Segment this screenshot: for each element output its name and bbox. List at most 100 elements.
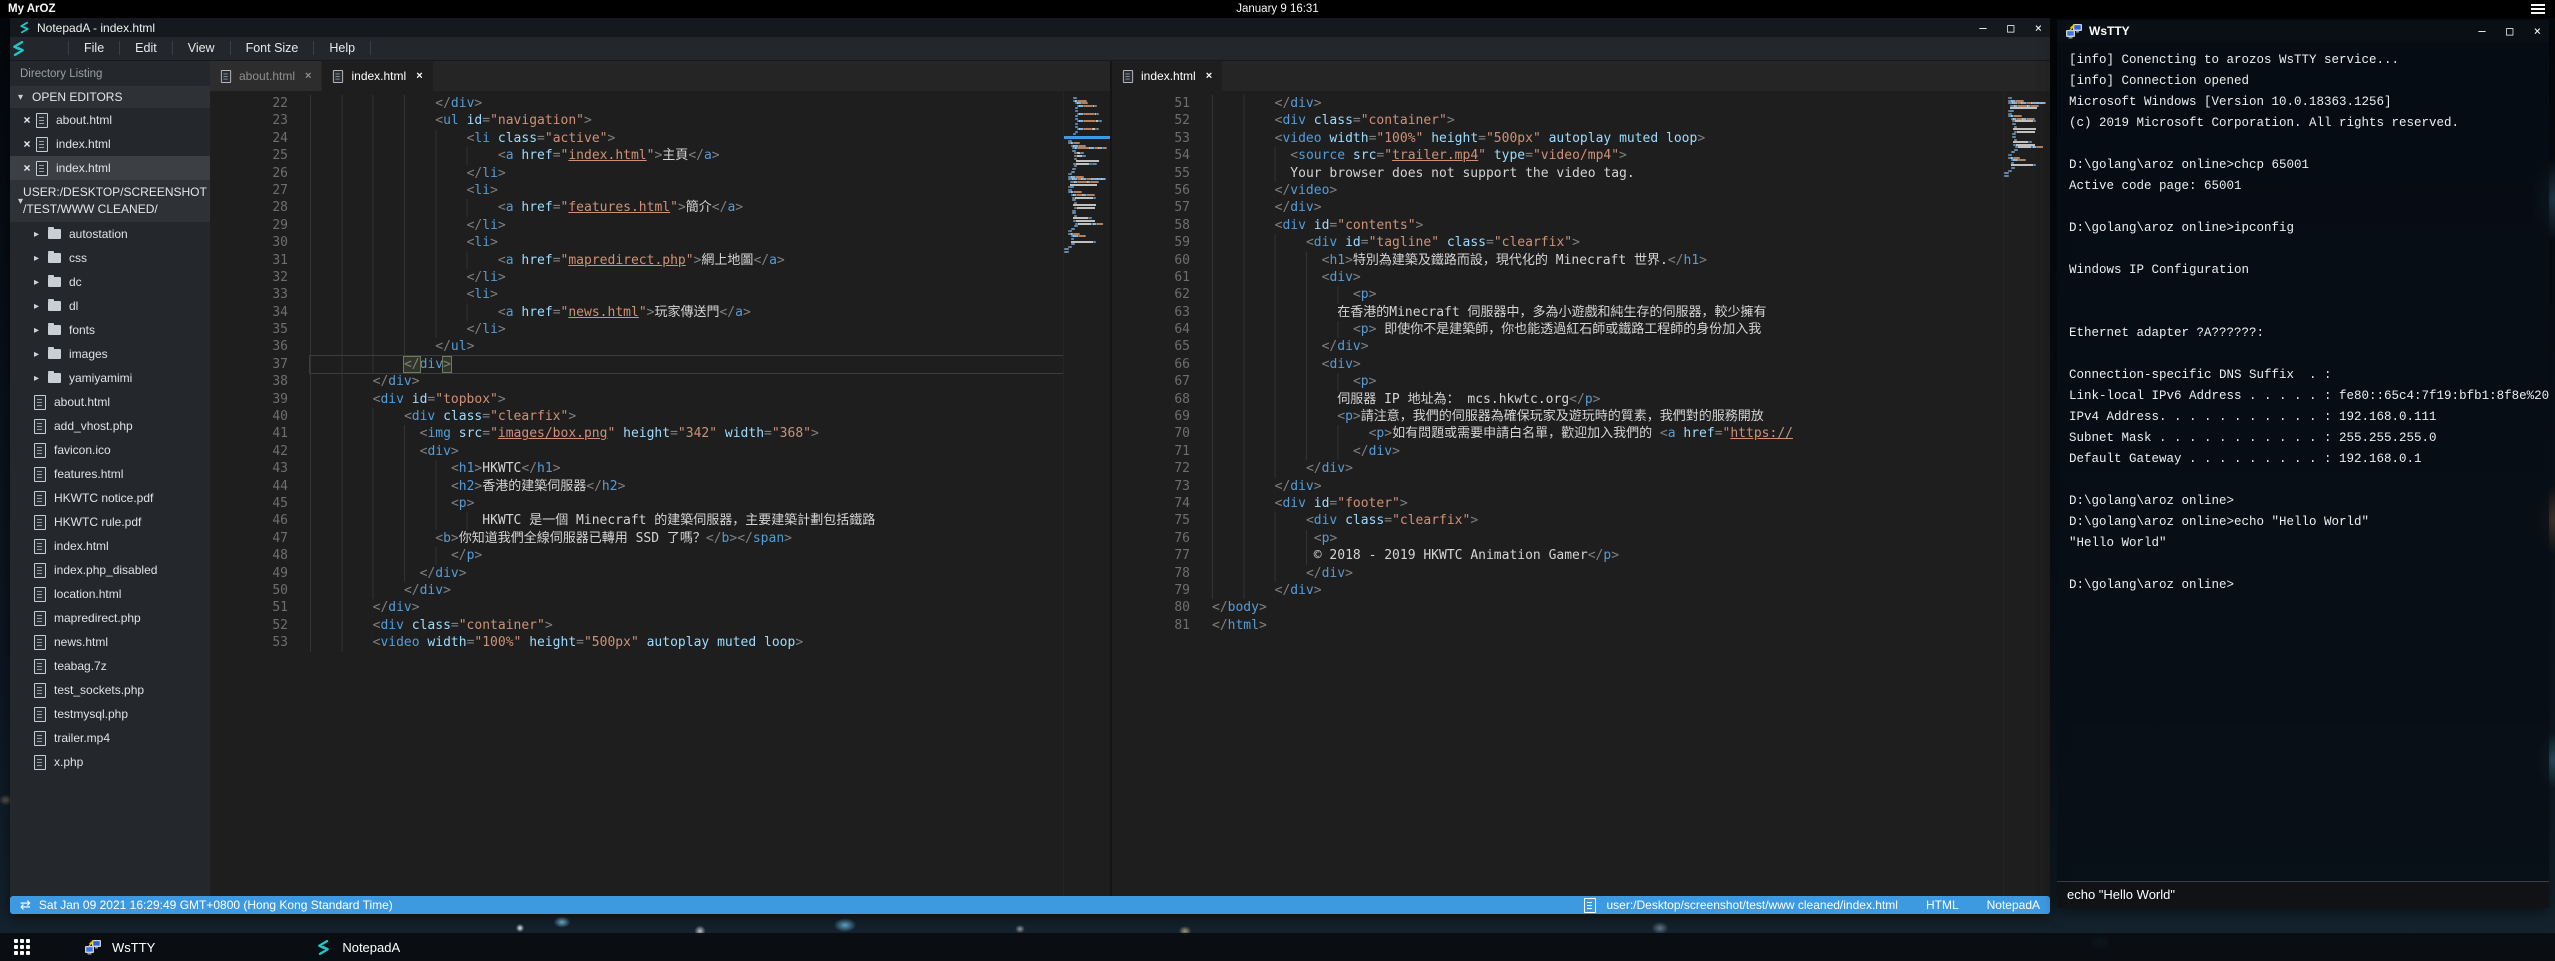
file-row[interactable]: x.php — [10, 750, 210, 774]
code-line-78[interactable]: 78</div> — [1112, 565, 2003, 582]
menu-item-view[interactable]: View — [172, 41, 230, 55]
app-launcher-grid-icon[interactable] — [14, 939, 30, 955]
menu-item-font-size[interactable]: Font Size — [230, 41, 314, 55]
close-icon[interactable]: × — [305, 70, 311, 82]
open-editor-item[interactable]: ×index.html — [10, 132, 210, 156]
code-line-71[interactable]: 71</div> — [1112, 443, 2003, 460]
workspace-root-header[interactable]: ▾ USER:/DESKTOP/SCREENSHOT /TEST/WWW CLE… — [10, 180, 210, 222]
code-line-63[interactable]: 63在香港的Minecraft 伺服器中，多為小遊戲和純生存的伺服器，較少擁有 — [1112, 304, 2003, 321]
file-row[interactable]: index.php_disabled — [10, 558, 210, 582]
code-line-29[interactable]: 29</li> — [210, 217, 1063, 234]
code-line-72[interactable]: 72</div> — [1112, 460, 2003, 477]
code-line-26[interactable]: 26</li> — [210, 165, 1063, 182]
file-row[interactable]: mapredirect.php — [10, 606, 210, 630]
code-line-38[interactable]: 38</div> — [210, 373, 1063, 390]
code-editor-right[interactable]: 51</div>52<div class="container">53<vide… — [1112, 91, 2003, 896]
code-line-55[interactable]: 55Your browser does not support the vide… — [1112, 165, 2003, 182]
folder-row[interactable]: ▸autostation — [10, 222, 210, 246]
code-line-56[interactable]: 56</video> — [1112, 182, 2003, 199]
file-row[interactable]: test_sockets.php — [10, 678, 210, 702]
code-line-57[interactable]: 57</div> — [1112, 199, 2003, 216]
code-line-34[interactable]: 34<a href="news.html">玩家傳送門</a> — [210, 304, 1063, 321]
code-line-25[interactable]: 25<a href="index.html">主頁</a> — [210, 147, 1063, 164]
terminal-output[interactable]: [info] Conencting to arozos WsTTY servic… — [2057, 42, 2549, 881]
close-icon[interactable]: × — [416, 70, 422, 82]
code-line-76[interactable]: 76<p> — [1112, 530, 2003, 547]
code-line-60[interactable]: 60<h1>特別為建築及鐵路而設，現代化的 Minecraft 世界.</h1> — [1112, 252, 2003, 269]
code-line-52[interactable]: 52<div class="container"> — [210, 617, 1063, 634]
code-line-39[interactable]: 39<div id="topbox"> — [210, 391, 1063, 408]
open-editor-item[interactable]: ×about.html — [10, 108, 210, 132]
code-line-66[interactable]: 66<div> — [1112, 356, 2003, 373]
code-line-43[interactable]: 43<h1>HKWTC</h1> — [210, 460, 1063, 477]
tab-index.html[interactable]: index.html× — [322, 61, 432, 91]
folder-row[interactable]: ▸dc — [10, 270, 210, 294]
code-line-52[interactable]: 52<div class="container"> — [1112, 112, 2003, 129]
code-line-40[interactable]: 40<div class="clearfix"> — [210, 408, 1063, 425]
file-row[interactable]: news.html — [10, 630, 210, 654]
code-line-44[interactable]: 44<h2>香港的建築伺服器</h2> — [210, 478, 1063, 495]
file-row[interactable]: favicon.ico — [10, 438, 210, 462]
code-line-70[interactable]: 70<p>如有問題或需要申請白名單，歡迎加入我們的 <a href="https… — [1112, 425, 2003, 442]
code-line-41[interactable]: 41<img src="images/box.png" height="342"… — [210, 425, 1063, 442]
code-line-46[interactable]: 46HKWTC 是一個 Minecraft 的建築伺服器，主要建築計劃包括鐵路 — [210, 512, 1063, 529]
taskbar-app-notepada[interactable]: NotepadA — [305, 933, 410, 961]
folder-row[interactable]: ▸dl — [10, 294, 210, 318]
code-line-31[interactable]: 31<a href="mapredirect.php">網上地圖</a> — [210, 252, 1063, 269]
maximize-button[interactable]: □ — [2007, 22, 2014, 34]
file-row[interactable]: add_vhost.php — [10, 414, 210, 438]
close-icon[interactable]: × — [18, 161, 36, 175]
open-editors-section-header[interactable]: ▾ OPEN EDITORS — [10, 86, 210, 108]
code-line-53[interactable]: 53<video width="100%" height="500px" aut… — [210, 634, 1063, 651]
folder-row[interactable]: ▸yamiyamimi — [10, 366, 210, 390]
code-line-58[interactable]: 58<div id="contents"> — [1112, 217, 2003, 234]
wstty-titlebar[interactable]: WsTTY – □ × — [2057, 20, 2549, 42]
code-line-33[interactable]: 33<li> — [210, 286, 1063, 303]
code-line-32[interactable]: 32</li> — [210, 269, 1063, 286]
code-line-24[interactable]: 24<li class="active"> — [210, 130, 1063, 147]
close-button[interactable]: × — [2534, 25, 2541, 37]
file-row[interactable]: features.html — [10, 462, 210, 486]
file-row[interactable]: location.html — [10, 582, 210, 606]
code-line-80[interactable]: 80</body> — [1112, 599, 2003, 616]
code-line-68[interactable]: 68伺服器 IP 地址為： mcs.hkwtc.org</p> — [1112, 391, 2003, 408]
close-button[interactable]: × — [2035, 22, 2042, 34]
folder-row[interactable]: ▸css — [10, 246, 210, 270]
code-line-59[interactable]: 59<div id="tagline" class="clearfix"> — [1112, 234, 2003, 251]
code-line-30[interactable]: 30<li> — [210, 234, 1063, 251]
code-editor-left[interactable]: 22</div>23<ul id="navigation">24<li clas… — [210, 91, 1063, 896]
taskbar-app-wstty[interactable]: WsTTY — [74, 933, 165, 961]
tab-about.html[interactable]: about.html× — [210, 61, 321, 91]
code-line-62[interactable]: 62<p> — [1112, 286, 2003, 303]
file-row[interactable]: trailer.mp4 — [10, 726, 210, 750]
code-line-81[interactable]: 81</html> — [1112, 617, 2003, 634]
minimize-button[interactable]: – — [1979, 22, 1986, 34]
notepada-titlebar[interactable]: NotepadA - index.html – □ × — [10, 18, 2050, 37]
minimap-left[interactable] — [1063, 91, 1110, 896]
close-icon[interactable]: × — [18, 113, 36, 127]
code-line-69[interactable]: 69<p>請注意，我們的伺服器為確保玩家及遊玩時的質素，我們對的服務開放 — [1112, 408, 2003, 425]
code-line-54[interactable]: 54<source src="trailer.mp4" type="video/… — [1112, 147, 2003, 164]
code-line-27[interactable]: 27<li> — [210, 182, 1063, 199]
code-line-28[interactable]: 28<a href="features.html">簡介</a> — [210, 199, 1063, 216]
code-line-45[interactable]: 45<p> — [210, 495, 1063, 512]
file-row[interactable]: HKWTC rule.pdf — [10, 510, 210, 534]
minimize-button[interactable]: – — [2478, 25, 2485, 37]
tab-index.html[interactable]: index.html× — [1112, 61, 1222, 91]
code-line-51[interactable]: 51</div> — [210, 599, 1063, 616]
code-line-36[interactable]: 36</ul> — [210, 338, 1063, 355]
terminal-input[interactable]: echo "Hello World" — [2057, 881, 2549, 908]
close-icon[interactable]: × — [18, 137, 36, 151]
code-line-22[interactable]: 22</div> — [210, 95, 1063, 112]
code-line-42[interactable]: 42<div> — [210, 443, 1063, 460]
maximize-button[interactable]: □ — [2506, 25, 2513, 37]
code-line-48[interactable]: 48</p> — [210, 547, 1063, 564]
open-editor-item[interactable]: ×index.html — [10, 156, 210, 180]
code-line-75[interactable]: 75<div class="clearfix"> — [1112, 512, 2003, 529]
statusbar-language[interactable]: HTML — [1926, 898, 1959, 912]
file-row[interactable]: teabag.7z — [10, 654, 210, 678]
file-row[interactable]: testmysql.php — [10, 702, 210, 726]
hamburger-menu-icon[interactable] — [2531, 4, 2545, 14]
code-line-61[interactable]: 61<div> — [1112, 269, 2003, 286]
file-row[interactable]: about.html — [10, 390, 210, 414]
